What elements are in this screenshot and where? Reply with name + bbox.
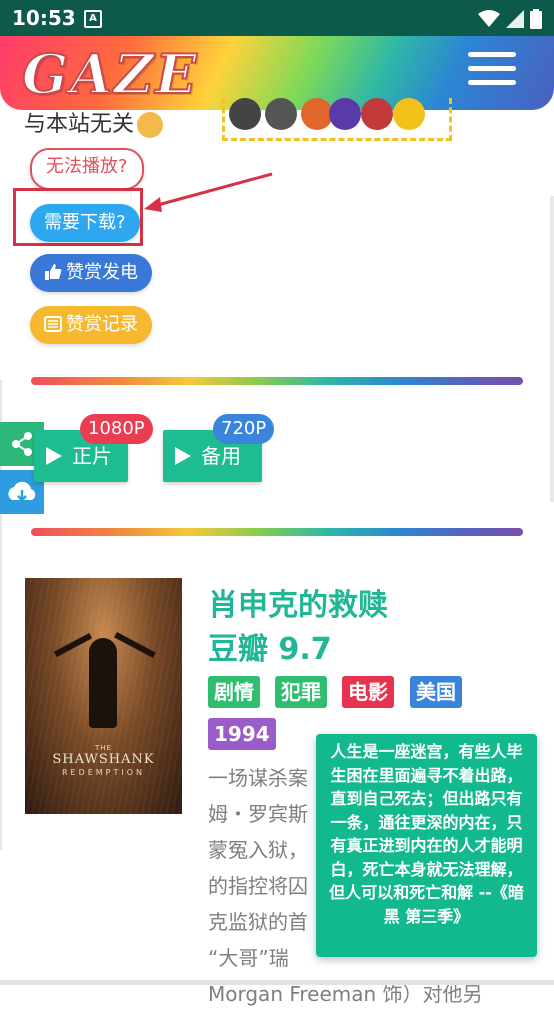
play-icon bbox=[175, 447, 191, 465]
annotation-arrow-icon bbox=[144, 172, 273, 212]
donate-record-button[interactable]: 赞赏记录 bbox=[30, 306, 152, 344]
like-donate-label: 赞赏发电 bbox=[66, 262, 138, 283]
signal-icon bbox=[506, 10, 524, 28]
notification-icon: A bbox=[84, 10, 102, 28]
rainbow-divider bbox=[31, 528, 523, 536]
list-icon bbox=[44, 316, 62, 332]
coin-icon bbox=[265, 98, 297, 130]
quality-badge-1080p: 1080P bbox=[80, 414, 153, 444]
battery-icon bbox=[530, 9, 542, 29]
status-time: 10:53 bbox=[12, 6, 76, 30]
movie-title: 肖申克的救赎 bbox=[208, 588, 388, 623]
play-icon bbox=[46, 447, 62, 465]
disclaimer-label: 与本站无关 bbox=[24, 112, 135, 137]
type-tag[interactable]: 电影 bbox=[342, 676, 394, 708]
coin-icon bbox=[329, 98, 361, 130]
wifi-icon bbox=[478, 10, 500, 27]
site-logo[interactable]: GAZE bbox=[21, 41, 199, 107]
quote-tooltip: 人生是一座迷宫，有些人毕生困在里面遍寻不着出路，直到自己死去；但出路只有一条，通… bbox=[316, 734, 537, 957]
poster-the: THE bbox=[95, 744, 112, 752]
donate-record-label: 赞赏记录 bbox=[66, 314, 138, 335]
quality-badge-720p: 720P bbox=[213, 414, 275, 444]
movie-rating: 豆瓣 9.7 bbox=[208, 632, 332, 667]
like-donate-button[interactable]: 赞赏发电 bbox=[30, 254, 152, 292]
status-bar: 10:53 A bbox=[0, 0, 554, 36]
dog-emoji-icon bbox=[137, 112, 164, 138]
genre-tag[interactable]: 剧情 bbox=[208, 676, 260, 708]
need-download-button[interactable]: 需要下载? bbox=[30, 204, 140, 242]
rainbow-divider bbox=[31, 377, 523, 385]
genre-tag[interactable]: 犯罪 bbox=[275, 676, 327, 708]
bottom-scroll-indicator bbox=[0, 980, 554, 985]
poster-title: SHAWSHANK bbox=[52, 752, 155, 767]
poster-subtitle: REDEMPTION bbox=[61, 768, 146, 777]
coin-icon bbox=[229, 98, 261, 130]
scrollbar[interactable] bbox=[550, 196, 554, 502]
year-tag[interactable]: 1994 bbox=[208, 718, 276, 750]
coin-icon bbox=[361, 98, 393, 130]
region-tag[interactable]: 美国 bbox=[410, 676, 462, 708]
status-icons bbox=[478, 9, 542, 29]
disclaimer-text: 与本站无关 bbox=[24, 106, 164, 138]
thumbs-up-icon bbox=[45, 264, 62, 280]
movie-poster[interactable]: THE SHAWSHANK REDEMPTION bbox=[25, 578, 182, 814]
coin-icon bbox=[393, 98, 425, 130]
cant-play-button[interactable]: 无法播放? bbox=[30, 148, 144, 190]
coin-icons-group bbox=[222, 98, 452, 141]
hamburger-menu-icon[interactable] bbox=[468, 52, 516, 92]
